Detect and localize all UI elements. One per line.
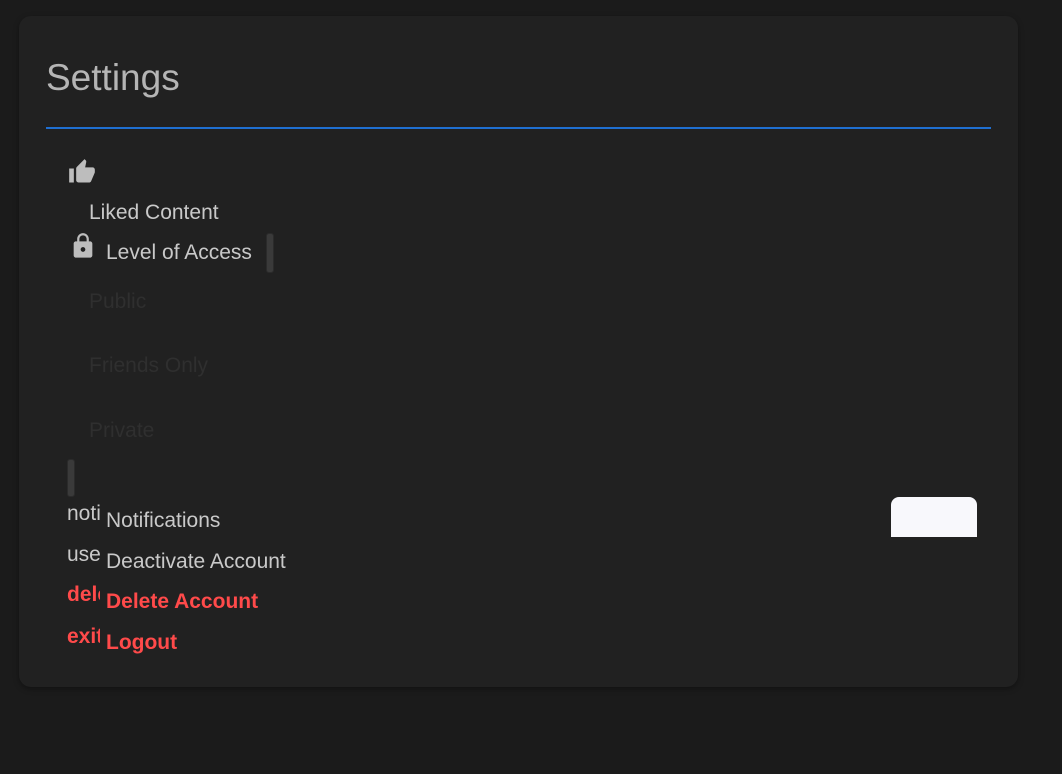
delete-icon: delete [67,583,100,606]
exit-icon: exit [67,625,100,648]
user-icon: user [67,543,100,566]
level-of-access-label: Level of Access [106,241,252,264]
notifications-icon: notifications [67,502,100,525]
lock-icon [69,231,95,258]
delete-account-button[interactable]: Delete Account [106,589,258,615]
access-option-private[interactable]: Private [89,418,154,444]
deactivate-account-button[interactable]: Deactivate Account [106,549,286,575]
thumbs-up-icon [67,158,95,184]
logout-button[interactable]: Logout [106,630,177,656]
notifications-link[interactable]: Notifications [106,508,220,534]
title-divider [46,127,991,129]
access-option-friends-only[interactable]: Friends Only [89,353,208,379]
access-option-public[interactable]: Public [89,289,146,315]
page-title: Settings [46,57,180,98]
actions-toggle[interactable] [67,459,75,497]
liked-content-link[interactable]: Liked Content [89,200,219,226]
access-dropdown-toggle[interactable] [266,233,274,273]
white-panel [891,497,977,537]
settings-card: Settings Liked Content Level of Access P… [19,16,1018,687]
